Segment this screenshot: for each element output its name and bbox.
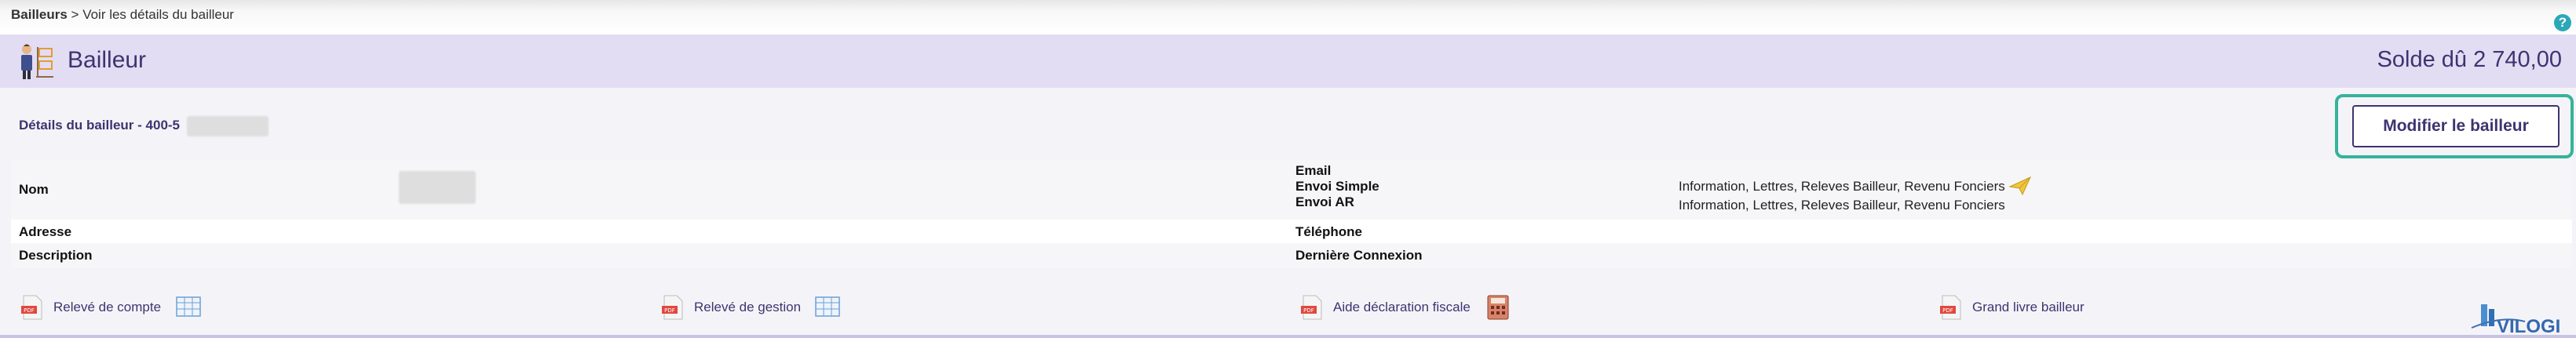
svg-text:PDF: PDF xyxy=(1303,307,1314,314)
help-icon[interactable]: ? xyxy=(2554,14,2571,31)
bottom-border xyxy=(0,335,2576,338)
pdf-icon[interactable]: PDF xyxy=(1300,295,1324,320)
envoi-ar-label: Envoi AR xyxy=(1295,194,1354,209)
page-title: Bailleur xyxy=(68,47,147,73)
breadcrumb-separator: > xyxy=(67,7,83,22)
send-icon[interactable] xyxy=(2008,176,2032,196)
vilogi-logo: VILOGI xyxy=(2471,304,2560,336)
spreadsheet-icon[interactable] xyxy=(815,296,840,317)
report-tax-declaration[interactable]: PDF Aide déclaration fiscale xyxy=(1300,295,1520,320)
pdf-icon[interactable]: PDF xyxy=(661,295,685,320)
balance-due: Solde dû 2 740,00 xyxy=(2377,47,2562,72)
address-label: Adresse xyxy=(19,224,72,239)
name-label: Nom xyxy=(19,182,49,197)
edit-landlord-button[interactable]: Modifier le bailleur xyxy=(2352,105,2560,147)
envoi-simple-label: Envoi Simple xyxy=(1295,179,1379,194)
report-general-ledger[interactable]: PDF Grand livre bailleur xyxy=(1939,295,2112,320)
svg-text:PDF: PDF xyxy=(1942,307,1953,314)
report-management-statement[interactable]: PDF Relevé de gestion xyxy=(661,295,850,320)
report-label[interactable]: Relevé de compte xyxy=(53,300,161,315)
spreadsheet-icon[interactable] xyxy=(176,296,201,317)
redacted-landlord-id xyxy=(187,116,269,136)
breadcrumb: Bailleurs > Voir les détails du bailleur xyxy=(11,7,234,23)
report-account-statement[interactable]: PDF Relevé de compte xyxy=(20,295,209,320)
report-label[interactable]: Aide déclaration fiscale xyxy=(1333,300,1471,315)
envoi-ar-value: Information, Lettres, Releves Bailleur, … xyxy=(1679,198,2005,213)
pdf-icon[interactable]: PDF xyxy=(20,295,44,320)
phone-label: Téléphone xyxy=(1295,224,1363,239)
last-login-label: Dernière Connexion xyxy=(1295,248,1423,263)
reports-row: PDF Relevé de compte PDF Relevé de gesti… xyxy=(0,284,2576,333)
pdf-icon[interactable]: PDF xyxy=(1939,295,1963,320)
envoi-simple-value: Information, Lettres, Releves Bailleur, … xyxy=(1679,179,2005,194)
info-row-name: Nom Email Envoi Simple Envoi AR Informat… xyxy=(11,160,2572,220)
top-bar xyxy=(0,0,2576,35)
landlord-icon xyxy=(21,44,53,79)
email-label: Email xyxy=(1295,163,1332,178)
breadcrumb-current: Voir les détails du bailleur xyxy=(82,7,234,22)
info-row-description: Description Dernière Connexion xyxy=(11,243,2572,268)
details-title: Détails du bailleur - 400-5 xyxy=(19,118,181,133)
calculator-icon[interactable] xyxy=(1487,295,1509,320)
info-row-address: Adresse Téléphone xyxy=(11,220,2572,243)
breadcrumb-root[interactable]: Bailleurs xyxy=(11,7,68,22)
report-label[interactable]: Grand livre bailleur xyxy=(1972,300,2085,315)
description-label: Description xyxy=(19,248,93,263)
redacted-name-value xyxy=(399,171,476,204)
details-section: Détails du bailleur - 400-5 xyxy=(0,88,2576,160)
svg-text:PDF: PDF xyxy=(24,307,35,314)
page-header: Bailleur Solde dû 2 740,00 xyxy=(0,35,2576,88)
logo-text: VILOGI xyxy=(2497,316,2560,336)
svg-text:PDF: PDF xyxy=(664,307,675,314)
report-label[interactable]: Relevé de gestion xyxy=(694,300,801,315)
